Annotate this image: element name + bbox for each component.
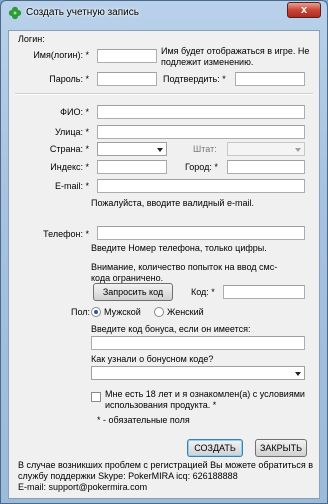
code-label: Код: *: [191, 287, 215, 297]
gender-female-radio[interactable]: [154, 307, 164, 317]
name-label: Имя(логин): *: [33, 50, 89, 60]
confirm-password-input[interactable]: [235, 72, 305, 86]
chevron-down-icon: [157, 148, 163, 152]
gender-female-label[interactable]: Женский: [167, 307, 204, 317]
create-button[interactable]: СОЗДАТЬ: [187, 439, 243, 457]
state-label: Штат:: [193, 144, 217, 154]
gender-male-label[interactable]: Мужской: [104, 307, 141, 317]
street-label: Улица: *: [54, 127, 89, 137]
fio-input[interactable]: [97, 105, 305, 119]
phone-label: Телефон: *: [43, 229, 89, 239]
email-input[interactable]: [97, 179, 305, 193]
registration-window: Создать учетную запись x Логин: Имя(логи…: [0, 0, 328, 504]
name-input[interactable]: [97, 49, 157, 63]
phone-hint: Введите Номер телефона, только цифры.: [91, 243, 267, 253]
bonus-source-label: Как узнали о бонусном коде?: [91, 354, 214, 364]
title-bar[interactable]: Создать учетную запись x: [1, 1, 327, 25]
email-hint: Пожалуйста, вводите валидный e-mail.: [91, 198, 254, 208]
sms-attempts-warning: Внимание, количество попыток на ввод смс…: [91, 262, 278, 283]
sms-code-input[interactable]: [223, 285, 305, 299]
window-title: Создать учетную запись: [26, 7, 139, 18]
city-label: Город: *: [185, 162, 218, 172]
support-info: В случае возникших проблем с регистрацие…: [18, 460, 314, 481]
window-close-button[interactable]: x: [287, 2, 321, 18]
close-button[interactable]: ЗАКРЫТЬ: [255, 439, 307, 457]
gender-label: Пол:: [71, 307, 91, 317]
city-input[interactable]: [227, 160, 305, 174]
bonus-code-input[interactable]: [91, 336, 305, 350]
fio-label: ФИО: *: [60, 107, 89, 117]
chevron-down-icon: [295, 372, 301, 376]
clover-app-icon: [8, 6, 22, 20]
state-select: [227, 142, 305, 156]
email-label: E-mail: *: [54, 181, 89, 191]
request-code-button[interactable]: Запросить код: [93, 283, 173, 301]
zip-input[interactable]: [97, 160, 167, 174]
password-input[interactable]: [97, 72, 157, 86]
form-panel: Логин: Имя(логин): * Имя будет отображат…: [8, 30, 320, 499]
name-hint: Имя будет отображаться в игре. Не подлеж…: [161, 46, 310, 67]
street-input[interactable]: [97, 125, 305, 139]
close-icon: x: [300, 4, 308, 16]
gender-male-radio[interactable]: [91, 307, 101, 317]
password-label: Пароль: *: [49, 74, 89, 84]
section-divider: [15, 93, 313, 95]
chevron-down-icon: [295, 148, 301, 152]
country-select[interactable]: [97, 142, 167, 156]
terms-checkbox[interactable]: [91, 392, 101, 402]
bonus-source-select[interactable]: [91, 366, 305, 380]
terms-text[interactable]: Мне есть 18 лет и я ознакомлен(а) с усло…: [105, 389, 305, 411]
required-fields-note: * - обязательные поля: [97, 415, 190, 425]
confirm-password-label: Подтвердить: *: [163, 74, 226, 84]
phone-input[interactable]: [97, 226, 305, 240]
bonus-code-label: Введите код бонуса, если он имеется:: [91, 324, 251, 334]
login-section-label: Логин:: [18, 34, 45, 44]
country-label: Страна: *: [49, 144, 89, 154]
support-email: E-mail: support@pokermira.com: [18, 482, 148, 492]
zip-label: Индекс: *: [50, 162, 89, 172]
